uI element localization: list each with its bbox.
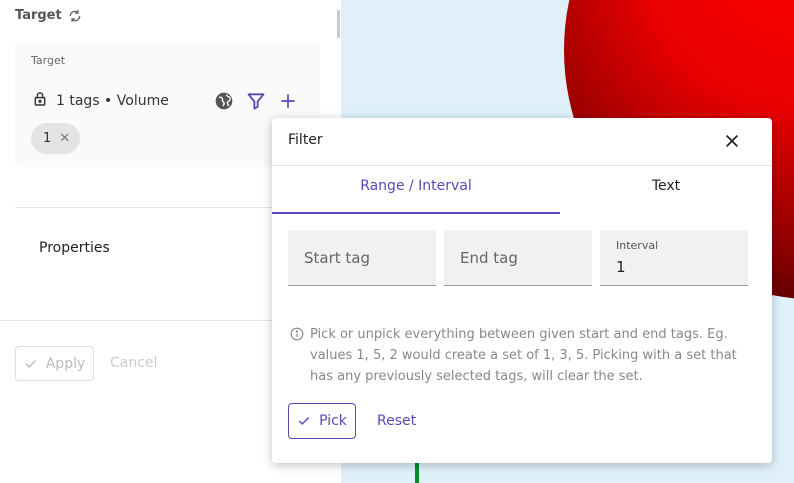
- info-text: Pick or unpick everything between given …: [310, 327, 737, 384]
- apply-button[interactable]: Apply: [15, 346, 94, 381]
- lock-icon[interactable]: [32, 91, 48, 111]
- globe-icon[interactable]: [213, 90, 235, 112]
- end-tag-placeholder: End tag: [460, 249, 518, 267]
- info-note: Pick or unpick everything between given …: [290, 324, 760, 387]
- info-icon: [290, 327, 304, 341]
- filter-icon[interactable]: [245, 90, 267, 112]
- close-icon[interactable]: ✕: [59, 131, 70, 146]
- dialog-divider: [272, 165, 772, 166]
- panel-header: Target: [15, 8, 82, 23]
- properties-heading[interactable]: Properties: [39, 240, 110, 256]
- close-icon[interactable]: [721, 130, 743, 152]
- end-tag-input[interactable]: End tag: [444, 230, 592, 286]
- reset-button[interactable]: Reset: [377, 413, 416, 429]
- tab-text[interactable]: Text: [560, 178, 772, 214]
- start-tag-input[interactable]: Start tag: [288, 230, 436, 286]
- refresh-icon[interactable]: [68, 9, 82, 23]
- filter-dialog: Filter Range / Interval Text Start tag E…: [272, 118, 772, 463]
- plus-icon[interactable]: [277, 90, 299, 112]
- tab-range-interval[interactable]: Range / Interval: [272, 178, 560, 214]
- check-icon: [298, 417, 310, 425]
- target-summary: 1 tags • Volume: [56, 93, 169, 109]
- target-actions: [213, 90, 299, 112]
- interval-value: 1: [616, 258, 626, 276]
- target-summary-row: 1 tags • Volume: [32, 91, 169, 111]
- interval-label: Interval: [616, 239, 659, 252]
- interval-input[interactable]: Interval 1: [600, 230, 748, 286]
- tag-chip-label: 1: [43, 131, 52, 146]
- tag-chip[interactable]: 1 ✕: [31, 123, 81, 154]
- start-tag-placeholder: Start tag: [304, 249, 371, 267]
- target-label: Target: [31, 54, 66, 67]
- pick-label: Pick: [319, 413, 347, 429]
- green-rod: [415, 462, 419, 483]
- apply-label: Apply: [45, 355, 86, 372]
- pick-button[interactable]: Pick: [288, 403, 356, 439]
- scrollbar[interactable]: [337, 10, 340, 38]
- dialog-title: Filter: [288, 132, 323, 148]
- check-icon: [25, 359, 36, 368]
- cancel-button[interactable]: Cancel: [110, 355, 157, 371]
- panel-title: Target: [15, 8, 62, 23]
